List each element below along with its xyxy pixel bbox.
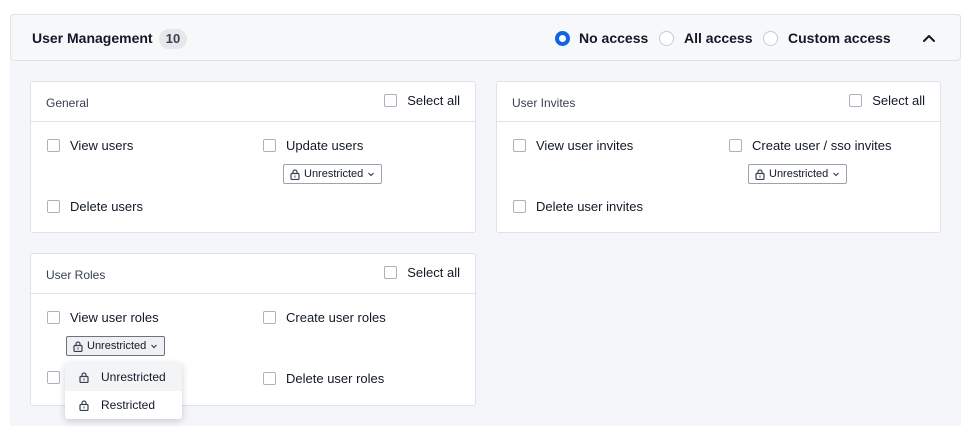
unlock-icon	[79, 371, 89, 383]
user-invites-card: User Invites Select all View user invite…	[496, 81, 941, 233]
delete-roles-label: Delete user roles	[286, 371, 385, 386]
lock-icon	[755, 168, 765, 180]
dropdown-option-label: Restricted	[101, 398, 156, 412]
view-roles-permission[interactable]: View user roles	[47, 310, 159, 325]
all-access-radio[interactable]	[659, 31, 674, 46]
general-select-all[interactable]: Select all	[384, 93, 460, 108]
delete-invites-checkbox[interactable]	[513, 200, 526, 213]
create-roles-checkbox[interactable]	[263, 311, 276, 324]
hidden-permission-checkbox[interactable]	[47, 371, 60, 384]
create-invites-scope-value: Unrestricted	[769, 168, 829, 180]
delete-users-checkbox[interactable]	[47, 200, 60, 213]
general-card: General Select all View users Update use…	[30, 81, 476, 233]
user-roles-card-title: User Roles	[46, 268, 106, 282]
no-access-radio[interactable]	[555, 31, 570, 46]
no-access-label[interactable]: No access	[579, 30, 648, 46]
update-users-scope-value: Unrestricted	[304, 168, 364, 180]
view-invites-checkbox[interactable]	[513, 139, 526, 152]
create-invites-scope-dropdown[interactable]: Unrestricted	[748, 164, 848, 184]
chevron-down-icon	[833, 172, 840, 177]
chevron-down-icon	[368, 172, 375, 177]
delete-roles-checkbox[interactable]	[263, 372, 276, 385]
delete-roles-permission[interactable]: Delete user roles	[263, 371, 384, 386]
view-users-checkbox[interactable]	[47, 139, 60, 152]
view-invites-label: View user invites	[536, 138, 634, 153]
custom-access-radio[interactable]	[763, 31, 778, 46]
dropdown-option-unrestricted[interactable]: Unrestricted	[65, 363, 182, 391]
create-invites-checkbox[interactable]	[729, 139, 742, 152]
section-title: User Management	[32, 30, 153, 46]
delete-invites-label: Delete user invites	[536, 199, 643, 214]
lock-icon	[73, 340, 83, 352]
delete-users-label: Delete users	[70, 199, 143, 214]
update-users-scope-dropdown[interactable]: Unrestricted	[283, 164, 383, 184]
view-roles-checkbox[interactable]	[47, 311, 60, 324]
create-roles-permission[interactable]: Create user roles	[263, 310, 386, 325]
hidden-permission-row[interactable]	[47, 371, 60, 384]
user-roles-select-all-label: Select all	[407, 265, 460, 280]
delete-invites-permission[interactable]: Delete user invites	[513, 199, 643, 214]
view-roles-scope-dropdown[interactable]: Unrestricted	[66, 336, 166, 356]
update-users-checkbox[interactable]	[263, 139, 276, 152]
dropdown-option-label: Unrestricted	[101, 370, 166, 384]
general-card-header: General Select all	[31, 82, 475, 122]
dropdown-option-restricted[interactable]: Restricted	[65, 391, 182, 419]
chevron-down-icon	[151, 344, 158, 349]
view-roles-label: View user roles	[70, 310, 159, 325]
view-invites-permission[interactable]: View user invites	[513, 138, 633, 153]
view-roles-scope-value: Unrestricted	[87, 340, 147, 352]
user-invites-select-all-checkbox[interactable]	[849, 94, 863, 107]
scope-dropdown-menu: Unrestricted Restricted	[65, 363, 182, 419]
custom-access-label[interactable]: Custom access	[788, 30, 891, 46]
view-users-label: View users	[70, 138, 134, 153]
general-select-all-checkbox[interactable]	[384, 94, 398, 107]
user-invites-card-header: User Invites Select all	[497, 82, 940, 122]
update-users-permission[interactable]: Update users	[263, 138, 363, 153]
user-invites-select-all[interactable]: Select all	[849, 93, 925, 108]
create-invites-permission[interactable]: Create user / sso invites	[729, 138, 891, 153]
user-roles-select-all[interactable]: Select all	[384, 265, 460, 280]
update-users-label: Update users	[286, 138, 364, 153]
create-roles-label: Create user roles	[286, 310, 386, 325]
user-management-header[interactable]: User Management 10 No access All access …	[10, 14, 961, 61]
view-users-permission[interactable]: View users	[47, 138, 133, 153]
lock-icon	[79, 399, 89, 411]
delete-users-permission[interactable]: Delete users	[47, 199, 143, 214]
user-invites-card-title: User Invites	[512, 96, 576, 110]
create-invites-label: Create user / sso invites	[752, 138, 892, 153]
general-card-title: General	[46, 96, 89, 110]
collapse-chevron-up-icon[interactable]	[921, 31, 937, 47]
general-select-all-label: Select all	[407, 93, 460, 108]
user-roles-select-all-checkbox[interactable]	[384, 266, 398, 279]
permission-count-badge: 10	[159, 29, 187, 49]
lock-icon	[290, 168, 300, 180]
user-roles-card-header: User Roles Select all	[31, 254, 475, 294]
user-invites-select-all-label: Select all	[872, 93, 925, 108]
all-access-label[interactable]: All access	[684, 30, 753, 46]
